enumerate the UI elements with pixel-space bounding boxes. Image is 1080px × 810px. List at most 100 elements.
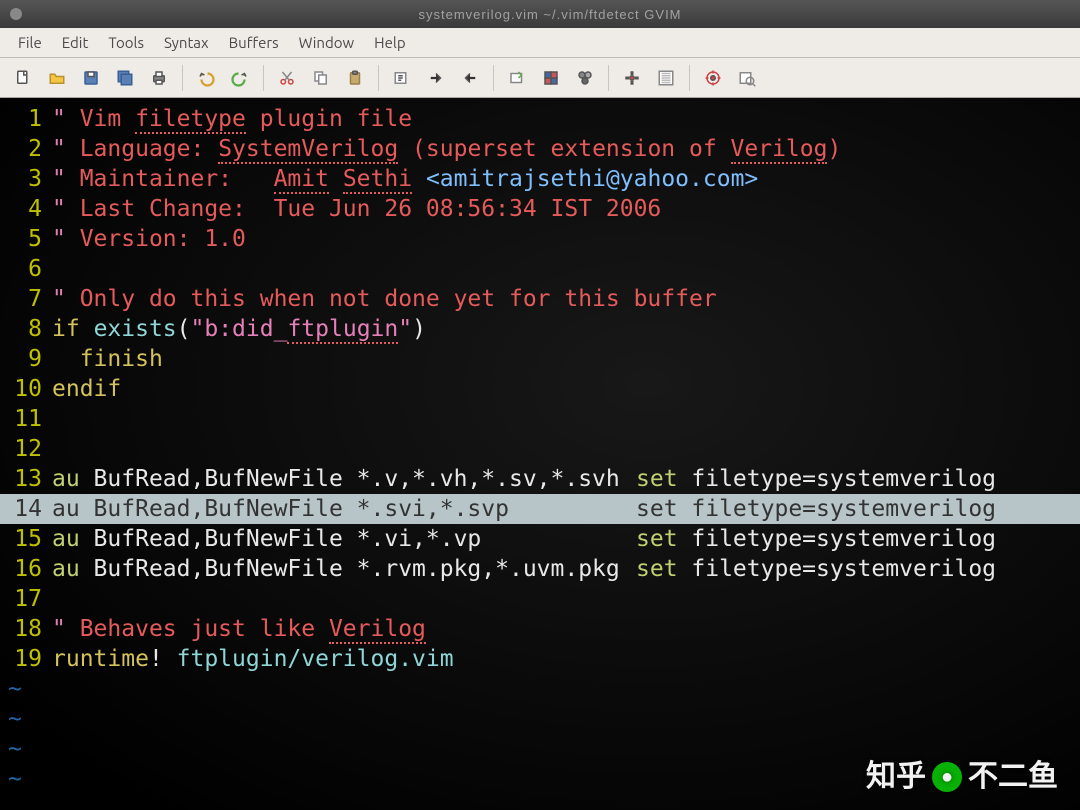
line-number: 5 — [0, 224, 52, 254]
line-number: 14 — [0, 494, 52, 524]
code-content: au BufRead,BufNewFile *.svi,*.svpset fil… — [52, 494, 1080, 524]
code-content: " Vim filetype plugin file — [52, 104, 1080, 134]
find-next-icon[interactable] — [421, 63, 451, 93]
line-number: 2 — [0, 134, 52, 164]
code-line[interactable]: 17 — [0, 584, 1080, 614]
code-content: " Maintainer: Amit Sethi <amitrajsethi@y… — [52, 164, 1080, 194]
code-line[interactable]: 19runtime! ftplugin/verilog.vim — [0, 644, 1080, 674]
code-line[interactable]: 5" Version: 1.0 — [0, 224, 1080, 254]
line-number: 10 — [0, 374, 52, 404]
toolbar-separator — [493, 65, 494, 91]
line-number: 1 — [0, 104, 52, 134]
tags-jump-icon[interactable] — [698, 63, 728, 93]
code-line[interactable]: 18" Behaves just like Verilog — [0, 614, 1080, 644]
code-content: " Version: 1.0 — [52, 224, 1080, 254]
line-number: 6 — [0, 254, 52, 284]
window-titlebar: systemverilog.vim ~/.vim/ftdetect GVIM — [0, 0, 1080, 28]
editor-empty-line: ~ — [0, 704, 1080, 734]
window-title: systemverilog.vim ~/.vim/ftdetect GVIM — [30, 7, 1070, 22]
line-number: 16 — [0, 554, 52, 584]
line-number: 8 — [0, 314, 52, 344]
copy-icon[interactable] — [306, 63, 336, 93]
window-control-icon[interactable] — [10, 8, 22, 20]
code-line[interactable]: 4" Last Change: Tue Jun 26 08:56:34 IST … — [0, 194, 1080, 224]
make-session-icon[interactable] — [502, 63, 532, 93]
shell-icon[interactable] — [651, 63, 681, 93]
paste-icon[interactable] — [340, 63, 370, 93]
line-number: 12 — [0, 434, 52, 464]
line-number: 3 — [0, 164, 52, 194]
menu-help[interactable]: Help — [364, 30, 415, 55]
code-line[interactable]: 7" Only do this when not done yet for th… — [0, 284, 1080, 314]
code-content: if exists("b:did_ftplugin") — [52, 314, 1080, 344]
code-content: finish — [52, 344, 1080, 374]
watermark: 知乎 ● 不二鱼 — [866, 762, 1058, 792]
cut-icon[interactable] — [272, 63, 302, 93]
code-content: " Only do this when not done yet for thi… — [52, 284, 1080, 314]
find-icon[interactable] — [387, 63, 417, 93]
open-file-icon[interactable] — [42, 63, 72, 93]
code-line[interactable]: 11 — [0, 404, 1080, 434]
editor-area[interactable]: 1" Vim filetype plugin file2" Language: … — [0, 98, 1080, 810]
load-session-icon[interactable] — [536, 63, 566, 93]
code-content: au BufRead,BufNewFile *.v,*.vh,*.sv,*.sv… — [52, 464, 1080, 494]
code-content: " Last Change: Tue Jun 26 08:56:34 IST 2… — [52, 194, 1080, 224]
menu-window[interactable]: Window — [289, 30, 365, 55]
redo-icon[interactable] — [225, 63, 255, 93]
help-icon[interactable] — [732, 63, 762, 93]
code-line[interactable]: 1" Vim filetype plugin file — [0, 104, 1080, 134]
toolbar-separator — [689, 65, 690, 91]
wechat-icon: ● — [932, 762, 962, 792]
save-file-icon[interactable] — [76, 63, 106, 93]
line-number: 19 — [0, 644, 52, 674]
code-content: " Behaves just like Verilog — [52, 614, 1080, 644]
code-content: runtime! ftplugin/verilog.vim — [52, 644, 1080, 674]
menu-buffers[interactable]: Buffers — [219, 30, 289, 55]
code-content: au BufRead,BufNewFile *.rvm.pkg,*.uvm.pk… — [52, 554, 1080, 584]
code-content: au BufRead,BufNewFile *.vi,*.vpset filet… — [52, 524, 1080, 554]
toolbar-separator — [182, 65, 183, 91]
code-content — [52, 434, 1080, 464]
make-icon[interactable] — [617, 63, 647, 93]
code-line[interactable]: 14au BufRead,BufNewFile *.svi,*.svpset f… — [0, 494, 1080, 524]
menu-edit[interactable]: Edit — [52, 30, 99, 55]
line-number: 4 — [0, 194, 52, 224]
code-line[interactable]: 9 finish — [0, 344, 1080, 374]
menu-bar: FileEditToolsSyntaxBuffersWindowHelp — [0, 28, 1080, 58]
line-number: 11 — [0, 404, 52, 434]
menu-file[interactable]: File — [8, 30, 52, 55]
code-content: endif — [52, 374, 1080, 404]
run-script-icon[interactable] — [570, 63, 600, 93]
code-content — [52, 584, 1080, 614]
code-line[interactable]: 3" Maintainer: Amit Sethi <amitrajsethi@… — [0, 164, 1080, 194]
print-icon[interactable] — [144, 63, 174, 93]
code-line[interactable]: 13au BufRead,BufNewFile *.v,*.vh,*.sv,*.… — [0, 464, 1080, 494]
tool-bar — [0, 58, 1080, 98]
line-number: 17 — [0, 584, 52, 614]
menu-syntax[interactable]: Syntax — [154, 30, 219, 55]
code-content: " Language: SystemVerilog (superset exte… — [52, 134, 1080, 164]
save-all-icon[interactable] — [110, 63, 140, 93]
code-line[interactable]: 2" Language: SystemVerilog (superset ext… — [0, 134, 1080, 164]
line-number: 15 — [0, 524, 52, 554]
code-line[interactable]: 15au BufRead,BufNewFile *.vi,*.vpset fil… — [0, 524, 1080, 554]
code-content — [52, 404, 1080, 434]
toolbar-separator — [608, 65, 609, 91]
watermark-left: 知乎 — [866, 762, 926, 792]
code-line[interactable]: 6 — [0, 254, 1080, 284]
code-line[interactable]: 12 — [0, 434, 1080, 464]
code-line[interactable]: 10endif — [0, 374, 1080, 404]
menu-tools[interactable]: Tools — [98, 30, 154, 55]
editor-empty-line: ~ — [0, 674, 1080, 704]
watermark-right: 不二鱼 — [968, 762, 1058, 792]
undo-icon[interactable] — [191, 63, 221, 93]
line-number: 13 — [0, 464, 52, 494]
code-line[interactable]: 16au BufRead,BufNewFile *.rvm.pkg,*.uvm.… — [0, 554, 1080, 584]
line-number: 9 — [0, 344, 52, 374]
code-content — [52, 254, 1080, 284]
code-line[interactable]: 8if exists("b:did_ftplugin") — [0, 314, 1080, 344]
line-number: 18 — [0, 614, 52, 644]
new-file-icon[interactable] — [8, 63, 38, 93]
toolbar-separator — [263, 65, 264, 91]
find-prev-icon[interactable] — [455, 63, 485, 93]
